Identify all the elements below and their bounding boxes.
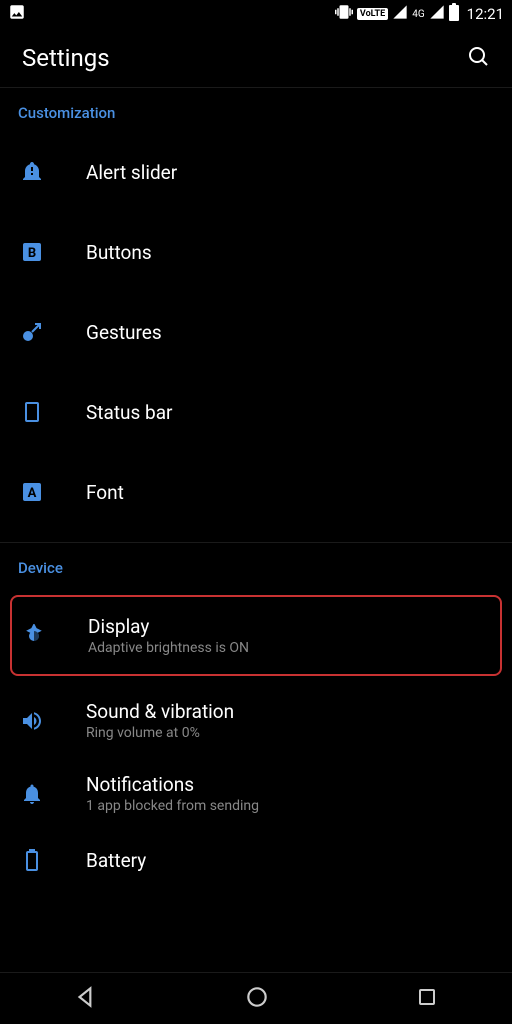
svg-text:A: A (28, 486, 37, 501)
buttons-icon: B (18, 238, 46, 266)
settings-content: Customization Alert slider B Buttons Ges… (0, 88, 512, 972)
page-title: Settings (22, 44, 110, 72)
item-alert-slider[interactable]: Alert slider (0, 132, 512, 212)
item-title: Font (86, 481, 124, 504)
vibrate-icon (335, 3, 353, 25)
gestures-icon (18, 318, 46, 346)
home-button[interactable] (244, 984, 270, 1014)
item-title: Display (88, 615, 249, 638)
network-label: 4G (412, 9, 424, 20)
item-subtitle: 1 app blocked from sending (86, 798, 259, 814)
picture-icon (8, 3, 26, 25)
signal-icon (392, 4, 408, 24)
signal-icon-2 (429, 4, 445, 24)
font-icon: A (18, 478, 46, 506)
display-icon (20, 622, 48, 650)
item-title: Buttons (86, 241, 152, 264)
item-subtitle: Adaptive brightness is ON (88, 640, 249, 656)
navigation-bar (0, 972, 512, 1024)
item-buttons[interactable]: B Buttons (0, 212, 512, 292)
item-title: Notifications (86, 773, 259, 796)
item-title: Gestures (86, 321, 162, 344)
item-title: Status bar (86, 401, 172, 424)
back-button[interactable] (73, 984, 99, 1014)
item-sound[interactable]: Sound & vibration Ring volume at 0% (0, 684, 512, 757)
item-subtitle: Ring volume at 0% (86, 725, 234, 741)
sound-icon (18, 707, 46, 735)
svg-text:B: B (28, 246, 36, 261)
item-title: Alert slider (86, 161, 177, 184)
item-gestures[interactable]: Gestures (0, 292, 512, 372)
section-customization: Customization (0, 88, 512, 132)
volte-badge: VoLTE (357, 8, 388, 20)
item-display[interactable]: Display Adaptive brightness is ON (10, 595, 502, 676)
status-bar: VoLTE 4G 12:21 (0, 0, 512, 28)
item-title: Sound & vibration (86, 700, 234, 723)
battery-icon (18, 846, 46, 874)
notifications-icon (18, 780, 46, 808)
alert-slider-icon (18, 158, 46, 186)
clock: 12:21 (467, 5, 504, 23)
item-font[interactable]: A Font (0, 452, 512, 532)
recent-button[interactable] (415, 985, 439, 1013)
item-notifications[interactable]: Notifications 1 app blocked from sending (0, 757, 512, 830)
section-device: Device (0, 543, 512, 587)
item-battery[interactable]: Battery (0, 830, 512, 874)
battery-icon (449, 3, 459, 25)
item-title: Battery (86, 849, 146, 872)
status-bar-icon (18, 398, 46, 426)
item-status-bar[interactable]: Status bar (0, 372, 512, 452)
search-icon[interactable] (466, 44, 490, 72)
app-header: Settings (0, 28, 512, 88)
